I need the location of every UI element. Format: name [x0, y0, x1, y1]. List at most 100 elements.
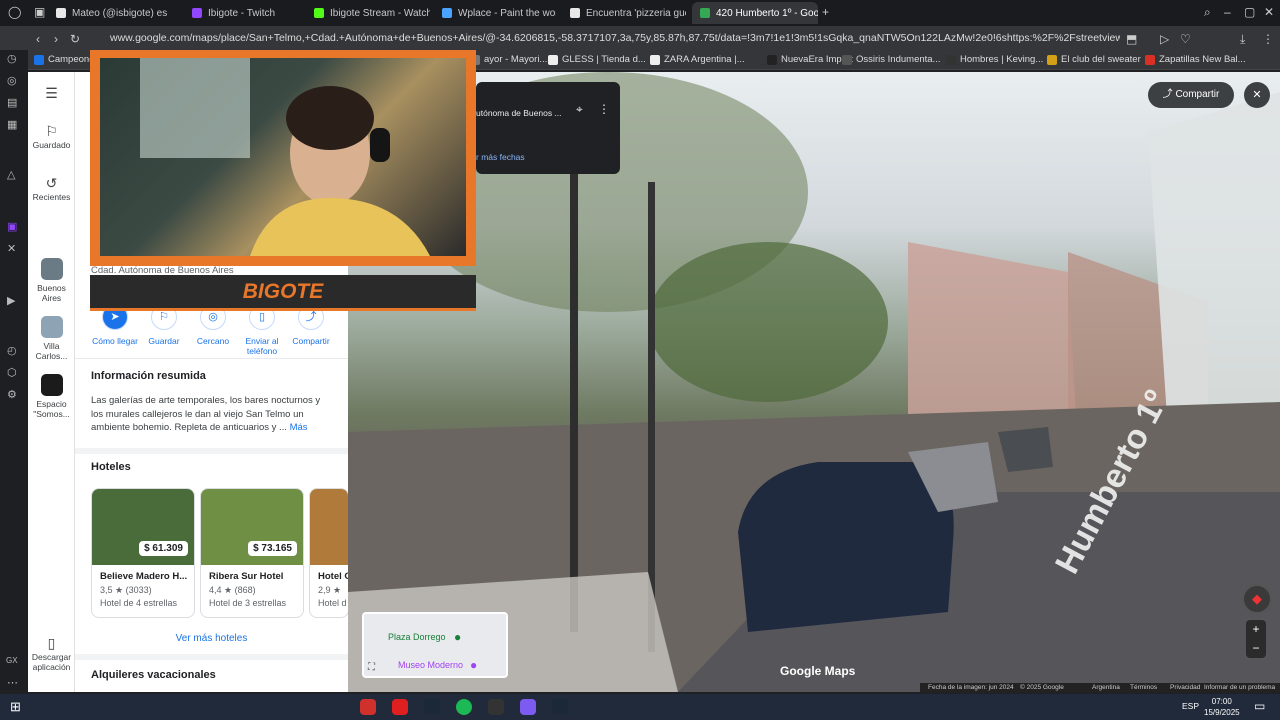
recent-place[interactable]: Buenos Aires [28, 258, 75, 303]
tab-favicon-icon [700, 8, 710, 18]
bookmark-icon[interactable]: ⬒ [1126, 32, 1137, 46]
app-icon[interactable] [392, 699, 408, 715]
messenger-icon[interactable]: ◎ [7, 74, 17, 87]
more-options-icon[interactable]: ⋮ [598, 102, 610, 116]
clock[interactable]: 07:00 15/9/2025 [1204, 696, 1240, 718]
play-icon[interactable]: ▷ [1160, 32, 1169, 46]
settings-icon[interactable]: ⚙ [7, 388, 17, 401]
browser-tab[interactable]: Ibigote - Twitch [184, 2, 304, 24]
minimap[interactable]: Plaza Dorrego ● Museo Moderno ● ⛶ [362, 612, 508, 678]
expand-icon[interactable]: ⛶ [368, 662, 375, 673]
spotify-icon[interactable] [456, 699, 472, 715]
steam-icon[interactable] [424, 699, 440, 715]
bookmark-item[interactable]: Hombres | Keving... [946, 54, 1043, 65]
bookmark-favicon-icon [946, 54, 956, 65]
maximize-icon[interactable]: ▢ [1244, 5, 1255, 19]
close-window-icon[interactable]: ✕ [1264, 5, 1274, 19]
language-indicator[interactable]: ESP [1182, 701, 1199, 711]
zoom-controls: + − [1246, 620, 1266, 658]
zoom-out-button[interactable]: − [1246, 639, 1266, 658]
bookmark-item[interactable]: Zapatillas New Bal... [1145, 54, 1246, 65]
browser-logo-icon[interactable]: ◯ [8, 5, 21, 19]
bookmark-item[interactable]: ayor - Mayori... [470, 54, 547, 65]
bookmark-favicon-icon [650, 54, 660, 65]
reload-icon[interactable]: ↻ [70, 32, 80, 46]
more-dates-link[interactable]: r más fechas [476, 152, 525, 162]
recent-button[interactable]: ↺ Recientes [28, 176, 75, 202]
windows-start-icon[interactable]: ⊞ [10, 699, 21, 715]
saved-button[interactable]: ⚐ Guardado [28, 123, 75, 150]
close-street-view-button[interactable]: ✕ [1244, 82, 1270, 108]
streamer-nameplate: BIGOTE [90, 275, 476, 311]
heart-icon[interactable]: ♡ [1180, 32, 1191, 46]
bookmark-item[interactable]: Campeone [34, 54, 94, 65]
more-icon[interactable]: ⋯ [7, 676, 18, 689]
notifications-icon[interactable]: ▭ [1254, 699, 1265, 713]
clock-icon[interactable]: ◴ [7, 344, 17, 357]
news-icon[interactable]: ▤ [7, 96, 17, 109]
bookmark-favicon-icon [548, 54, 558, 65]
streamer-name: BIGOTE [242, 280, 324, 303]
box-icon[interactable]: ⬡ [7, 366, 17, 379]
compass-button[interactable]: ◆ [1242, 584, 1272, 614]
search-icon[interactable]: ⌕ [1204, 5, 1211, 20]
map-footer-item[interactable]: Privacidad [1170, 684, 1200, 691]
back-icon[interactable]: ‹ [36, 32, 40, 46]
bookmark-favicon-icon [1047, 54, 1057, 65]
browser-tab[interactable]: Wplace - Paint the world [434, 2, 556, 24]
zoom-in-button[interactable]: + [1246, 620, 1266, 639]
street-view[interactable]: utónoma de Buenos ... ⌖ ⋮ r más fechas ⤴… [348, 72, 1280, 692]
url-field[interactable]: www.google.com/maps/place/San+Telmo,+Cda… [110, 32, 1120, 44]
recent-place[interactable]: Espacio "Somos... [28, 374, 75, 419]
twitch-icon[interactable]: ▣ [7, 220, 17, 233]
history-icon[interactable]: ◷ [7, 52, 17, 65]
x-icon[interactable]: ✕ [7, 242, 16, 255]
download-icon[interactable]: ⤓ [1240, 32, 1245, 47]
webcam-overlay [90, 50, 476, 266]
new-tab-icon[interactable]: + [822, 5, 829, 19]
bookmark-item[interactable]: El club del sweater [1047, 54, 1141, 65]
tab-list-icon[interactable]: ▣ [34, 5, 45, 19]
hotel-card[interactable]: $ 73.165 Ribera Sur Hotel 4,4 ★ (868) Hotel… [200, 488, 304, 618]
bookmark-item[interactable]: ZARA Argentina |... [650, 54, 745, 65]
menu-button[interactable]: ☰ [28, 85, 75, 102]
hamburger-icon: ☰ [45, 85, 58, 101]
browser-tab[interactable]: Encuentra 'pizzeria guer [562, 2, 686, 24]
recent-place[interactable]: Villa Carlos... [28, 316, 75, 361]
hotel-card[interactable]: $ 61.309 Believe Madero H... 3,5 ★ (3033) H… [91, 488, 195, 618]
more-hotels-link[interactable]: Ver más hoteles [75, 633, 348, 644]
aria-icon[interactable]: △ [7, 168, 15, 181]
steam-icon[interactable] [552, 699, 568, 715]
minimize-icon[interactable]: – [1224, 5, 1231, 19]
bookmark-item[interactable]: GLESS | Tienda d... [548, 54, 646, 65]
notes-icon[interactable]: ▦ [7, 118, 17, 131]
browser-tab[interactable]: Ibigote Stream - Watch L [306, 2, 430, 24]
map-footer-item[interactable]: Argentina [1092, 684, 1120, 691]
opera-gx-icon[interactable] [360, 699, 376, 715]
browser-tab[interactable]: 420 Humberto 1º - Googl [692, 2, 818, 24]
location-pin-icon[interactable]: ⌖ [576, 102, 583, 117]
epic-games-icon[interactable] [488, 699, 504, 715]
bookmark-favicon-icon [767, 54, 777, 65]
share-button[interactable]: ⤴ Compartir [1148, 82, 1234, 108]
map-footer-item[interactable]: Términos [1130, 684, 1157, 691]
bookmark-item[interactable]: Ossiris Indumenta... [842, 54, 940, 65]
browser-sidebar: ◷ ◎ ▤ ▦ △ ▣ ✕ ▶ ◴ ⬡ ⚙ GX ⋯ [0, 50, 28, 690]
forward-icon[interactable]: › [54, 32, 58, 46]
discord-icon[interactable] [520, 699, 536, 715]
hotel-rating: 3,5 ★ (3033) [100, 585, 152, 595]
download-app-button[interactable]: ▯ Descargar aplicación [28, 636, 75, 672]
play-circle-icon[interactable]: ▶ [7, 294, 15, 307]
google-maps-watermark: Google Maps [780, 664, 856, 678]
summary-more-link[interactable]: Más [290, 422, 308, 433]
gx-icon[interactable]: GX [6, 656, 18, 665]
bookmark-item[interactable]: NuevaEra Import [767, 54, 853, 65]
map-footer-item[interactable]: Informar de un problema [1204, 684, 1275, 691]
hotel-card[interactable]: Hotel C 2,9 ★ Hotel d [309, 488, 349, 618]
tab-favicon-icon [570, 8, 580, 18]
menu-icon[interactable]: ⋮ [1262, 32, 1274, 46]
info-place: utónoma de Buenos ... [476, 108, 562, 118]
bookmark-icon: ⚐ [45, 123, 58, 139]
hotel-price: $ 73.165 [248, 541, 297, 556]
browser-tab[interactable]: Mateo (@isbigote) es [48, 2, 180, 24]
